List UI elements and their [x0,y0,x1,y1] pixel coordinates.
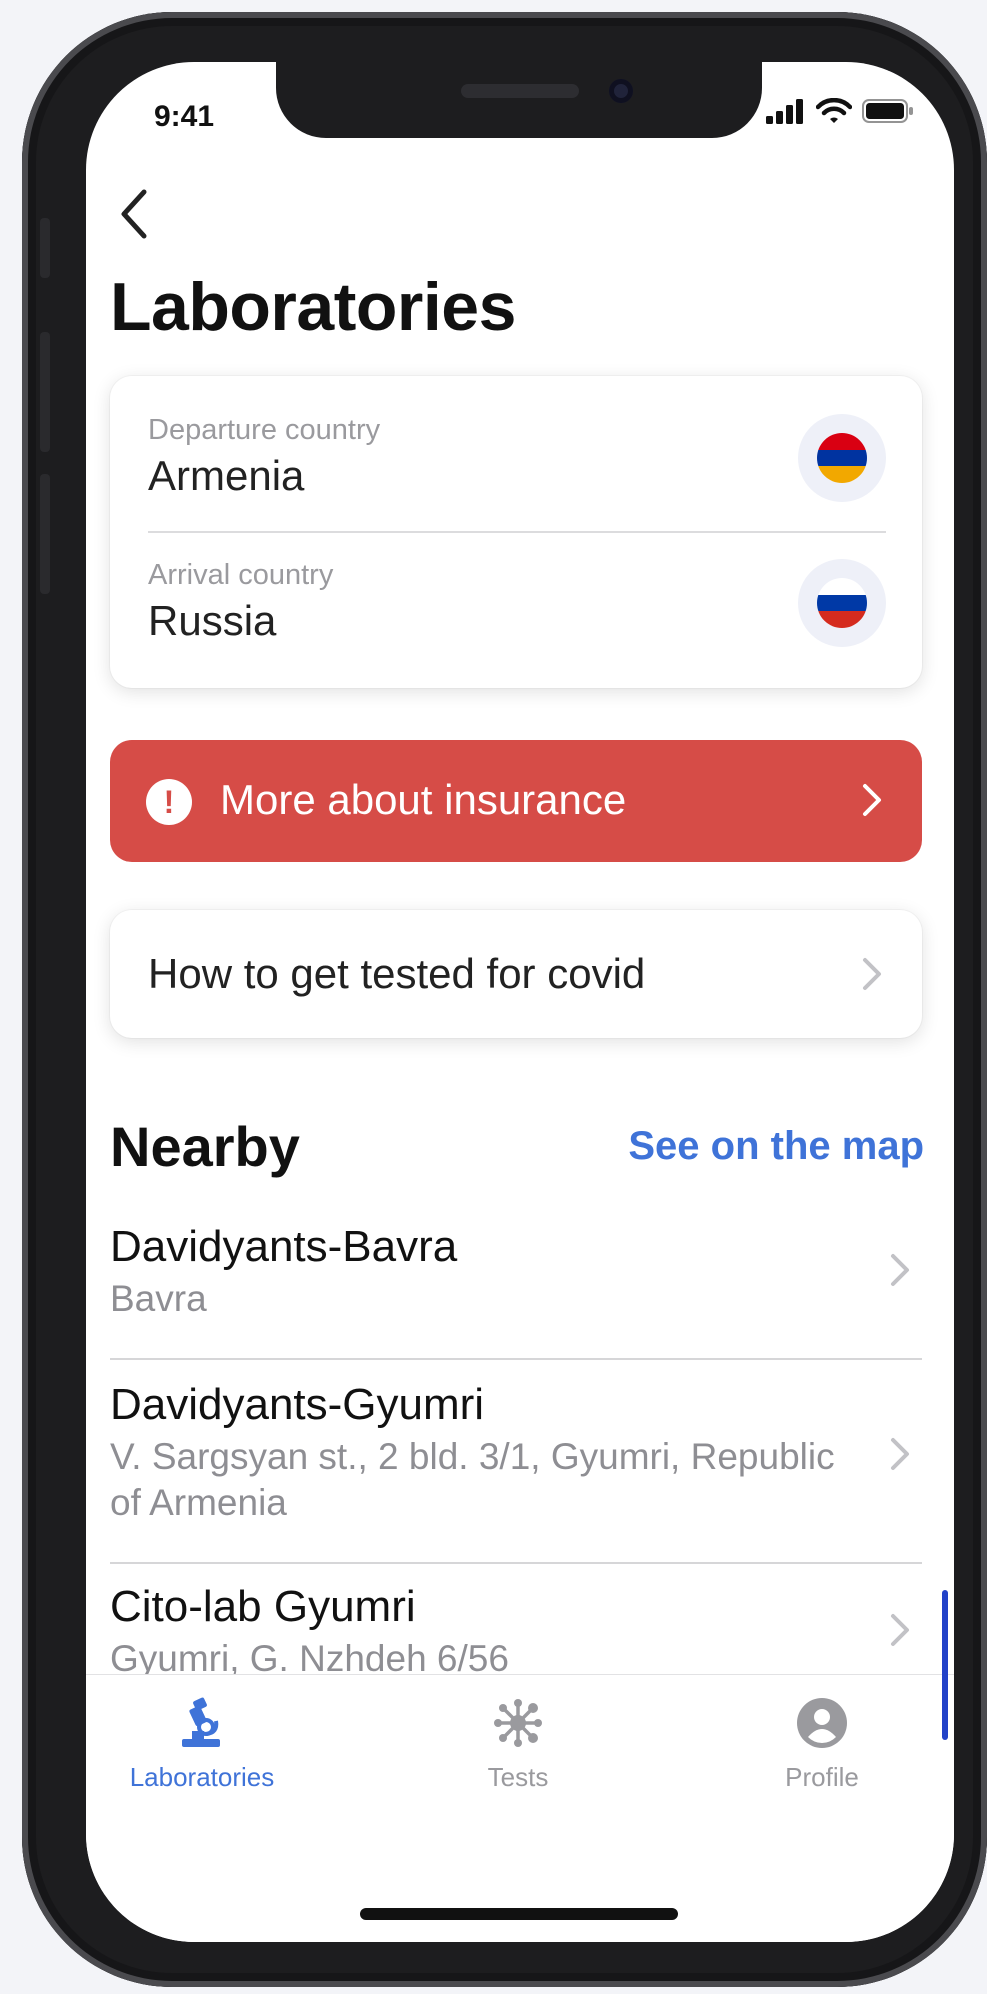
see-on-map-link[interactable]: See on the map [628,1124,924,1169]
covid-testing-info-label: How to get tested for covid [148,950,646,997]
volume-down-button [40,474,50,594]
page-title: Laboratories [110,269,516,345]
covid-testing-info-button[interactable]: How to get tested for covid [110,910,922,1038]
nearby-section-title: Nearby [110,1115,300,1178]
notch [276,62,762,138]
lab-name: Davidyants-Gyumri [110,1380,485,1429]
tab-bar: Laboratories Tests Profile [86,1674,954,1942]
profile-icon [797,1698,847,1748]
tab-profile[interactable]: Profile [722,1697,922,1793]
tab-label: Profile [785,1762,859,1792]
insurance-banner-button[interactable]: ! More about insurance [110,740,922,862]
chevron-right-icon [863,784,881,816]
insurance-banner-label: More about insurance [220,776,627,823]
status-time: 9:41 [154,100,215,133]
lab-address: V. Sargsyan st., 2 bld. 3/1, Gyumri, Rep… [110,1436,835,1523]
speaker-grille [461,84,579,98]
russia-flag-icon [798,559,886,647]
divider [110,1358,922,1360]
country-selector-card: Departure country Armenia Arrival countr… [110,376,922,688]
wifi-icon [816,98,852,123]
departure-country-field[interactable]: Departure country Armenia [148,376,886,516]
chevron-right-icon [891,1254,909,1286]
exclamation-icon: ! [146,779,192,825]
departure-country-value: Armenia [148,452,305,499]
chevron-right-icon [891,1614,909,1646]
tab-laboratories[interactable]: Laboratories [102,1697,302,1793]
tab-label: Laboratories [129,1762,275,1792]
mute-switch [40,218,50,278]
battery-icon [862,99,913,123]
tab-label: Tests [487,1762,549,1792]
cellular-signal-icon [766,99,803,124]
armenia-flag-icon [798,414,886,502]
home-indicator[interactable] [360,1908,678,1920]
back-button[interactable] [114,184,154,244]
chevron-left-icon [121,189,147,239]
chevron-right-icon [863,958,881,990]
lab-list-item[interactable]: Davidyants-Gyumri V. Sargsyan st., 2 bld… [110,1380,922,1580]
microscope-icon [182,1697,220,1747]
arrival-country-value: Russia [148,597,277,644]
scrollbar[interactable] [942,1590,948,1740]
tab-tests[interactable]: Tests [418,1697,618,1793]
arrival-country-label: Arrival country [148,559,334,591]
lab-name: Cito-lab Gyumri [110,1582,416,1631]
lab-list-item[interactable]: Davidyants-Bavra Bavra [110,1222,922,1372]
volume-up-button [40,332,50,452]
chevron-right-icon [891,1438,909,1470]
lab-name: Davidyants-Bavra [110,1222,458,1271]
virus-icon [494,1699,542,1747]
arrival-country-field[interactable]: Arrival country Russia [148,521,886,661]
divider [110,1562,922,1564]
front-camera [609,79,633,103]
status-icons [766,98,914,124]
lab-address: Bavra [110,1278,207,1319]
departure-country-label: Departure country [148,414,381,446]
app-screen: 9:41 Laboratories Departure country Arme… [86,62,954,1942]
